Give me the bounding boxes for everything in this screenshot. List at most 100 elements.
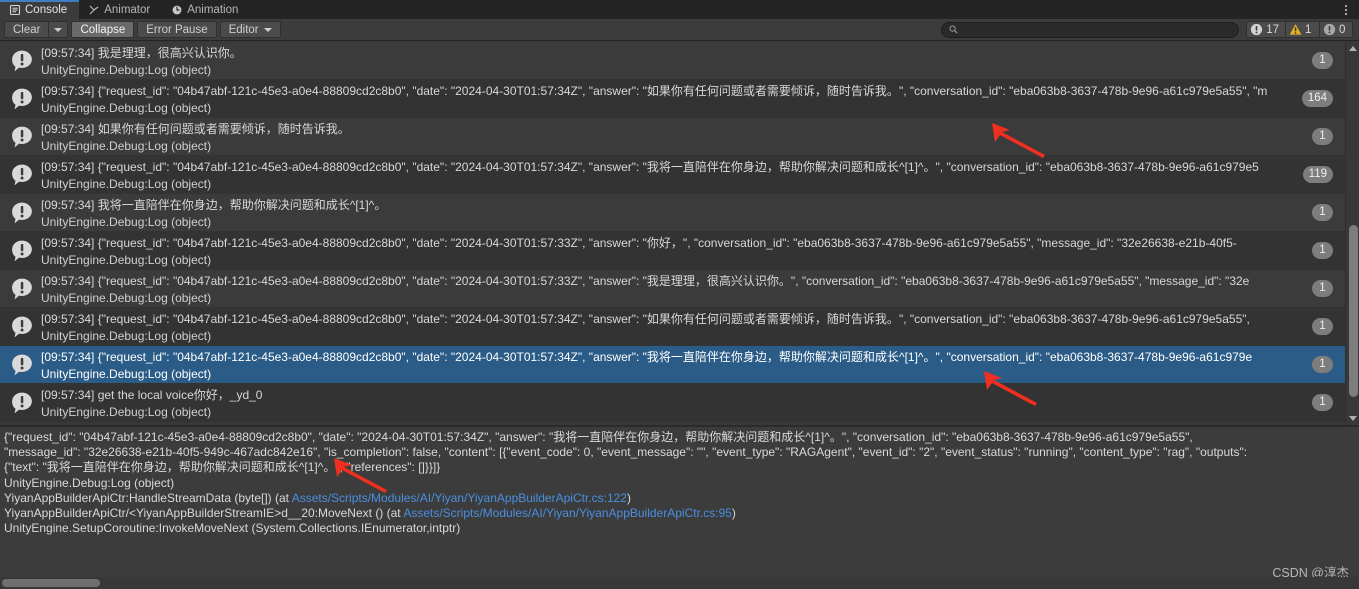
tab-console[interactable]: Console	[0, 0, 80, 19]
log-count-button[interactable]: 17	[1246, 21, 1285, 38]
log-message-icon	[10, 315, 34, 339]
stack-trace-source-link[interactable]: Assets/Scripts/Modules/AI/Yiyan/YiyanApp…	[292, 491, 627, 505]
log-entry-message: [09:57:34] {"request_id": "04b47abf-121c…	[41, 274, 1250, 288]
log-entry-message: [09:57:34] get the local voice你好，_yd_0	[41, 388, 263, 402]
log-entry-message: [09:57:34] 如果你有任何问题或者需要倾诉，随时告诉我。	[41, 122, 350, 136]
log-entry-row[interactable]: [09:57:34] {"request_id": "04b47abf-121c…	[0, 346, 1345, 384]
vertical-scrollbar-thumb[interactable]	[1349, 225, 1358, 397]
detail-horizontal-scrollbar[interactable]	[0, 577, 1359, 589]
collapse-toggle[interactable]: Collapse	[71, 21, 135, 38]
log-entry-stack: UnityEngine.Debug:Log (object)	[41, 367, 212, 381]
log-entry-stack: UnityEngine.Debug:Log (object)	[41, 101, 212, 115]
log-message-icon	[10, 239, 34, 263]
detail-line: "message_id": "32e26638-e21b-40f5-949c-4…	[4, 445, 1248, 460]
search-field[interactable]	[941, 21, 1240, 38]
kebab-menu-icon[interactable]	[1339, 2, 1353, 17]
error-count-icon	[1323, 23, 1336, 36]
scroll-down-arrow-icon[interactable]	[1346, 412, 1359, 425]
log-entry-row[interactable]: [09:57:34] {"request_id": "04b47abf-121c…	[0, 80, 1345, 118]
log-entry-row[interactable]: [09:57:34] 如果你有任何问题或者需要倾诉，随时告诉我。 UnityEng…	[0, 118, 1345, 156]
log-message-icon	[10, 49, 34, 73]
log-entry-row[interactable]: [09:57:34] {"request_id": "04b47abf-121c…	[0, 156, 1345, 194]
error-count-button[interactable]: 0	[1319, 21, 1353, 38]
horizontal-scrollbar-thumb[interactable]	[2, 579, 100, 587]
log-entry-message: [09:57:34] {"request_id": "04b47abf-121c…	[41, 312, 1250, 326]
editor-dropdown-label: Editor	[228, 23, 259, 36]
tab-console-label: Console	[25, 3, 68, 16]
unity-editor-window: Console Animator Animation Clear Collaps…	[0, 0, 1359, 589]
log-entry-stack: UnityEngine.Debug:Log (object)	[41, 329, 212, 343]
log-entry-message: [09:57:34] 我是理理，很高兴认识你。	[41, 46, 242, 60]
tab-animation-label: Animation	[187, 3, 239, 16]
log-message-icon	[10, 201, 34, 225]
log-entry-row[interactable]: [09:57:34] 我将一直陪伴在你身边，帮助你解决问题和成长^[1]^。 Un…	[0, 194, 1345, 232]
clear-button[interactable]: Clear	[4, 21, 49, 38]
log-entry-stack: UnityEngine.Debug:Log (object)	[41, 405, 212, 419]
log-detail-pane[interactable]: {"request_id": "04b47abf-121c-45e3-a0e4-…	[0, 427, 1359, 589]
warning-count-value: 1	[1305, 23, 1312, 36]
log-entry-stack: UnityEngine.Debug:Log (object)	[41, 177, 212, 191]
detail-stack-trace: YiyanAppBuilderApiCtr:HandleStreamData (…	[4, 491, 1359, 537]
stack-trace-text: UnityEngine.SetupCoroutine:InvokeMoveNex…	[4, 521, 461, 536]
warning-count-icon	[1289, 24, 1302, 35]
collapse-toggle-label: Collapse	[80, 23, 126, 36]
log-entry-count-badge: 1	[1312, 280, 1333, 297]
log-entry-row[interactable]: [09:57:34] {"request_id": "04b47abf-121c…	[0, 232, 1345, 270]
animation-icon	[171, 4, 183, 16]
scroll-up-arrow-icon[interactable]	[1346, 42, 1359, 55]
search-input[interactable]	[963, 23, 1232, 36]
log-entry-message: [09:57:34] {"request_id": "04b47abf-121c…	[41, 350, 1253, 364]
detail-line: UnityEngine.Debug:Log (object)	[4, 475, 175, 490]
log-entry-count-badge: 164	[1301, 90, 1333, 107]
log-entry-count-badge: 1	[1312, 242, 1333, 259]
log-entry-stack: UnityEngine.Debug:Log (object)	[41, 291, 212, 305]
tab-animator[interactable]: Animator	[79, 0, 162, 19]
console-log-list[interactable]: [09:57:34] 我是理理，很高兴认识你。 UnityEngine.Debug…	[0, 42, 1359, 425]
log-entry-stack: UnityEngine.Debug:Log (object)	[41, 63, 212, 77]
stack-trace-line: UnityEngine.SetupCoroutine:InvokeMoveNex…	[4, 521, 1359, 536]
editor-dropdown[interactable]: Editor	[219, 21, 281, 38]
log-entry-row[interactable]: [09:57:34] 我是理理，很高兴认识你。 UnityEngine.Debug…	[0, 42, 1345, 80]
log-entry-message: [09:57:34] {"request_id": "04b47abf-121c…	[41, 84, 1268, 98]
log-message-icon	[10, 125, 34, 149]
log-entry-count-badge: 119	[1302, 166, 1333, 183]
log-message-icon	[10, 277, 34, 301]
stack-trace-text: YiyanAppBuilderApiCtr:HandleStreamData (…	[4, 490, 292, 505]
stack-trace-source-link[interactable]: Assets/Scripts/Modules/AI/Yiyan/YiyanApp…	[403, 506, 732, 520]
log-list-vertical-scrollbar[interactable]	[1345, 42, 1359, 425]
tab-animation[interactable]: Animation	[162, 0, 250, 19]
log-entry-message: [09:57:34] {"request_id": "04b47abf-121c…	[41, 160, 1259, 174]
log-count-value: 17	[1266, 23, 1279, 36]
error-pause-label: Error Pause	[146, 23, 208, 36]
window-tabstrip: Console Animator Animation	[0, 0, 1359, 19]
log-entry-count-badge: 1	[1312, 394, 1333, 411]
log-entry-count-badge: 1	[1312, 52, 1333, 69]
log-entry-count-badge: 1	[1312, 128, 1333, 145]
log-entry-message: [09:57:34] {"request_id": "04b47abf-121c…	[41, 236, 1237, 250]
stack-trace-text: )	[626, 490, 631, 505]
log-entry-count-badge: 1	[1312, 204, 1333, 221]
log-message-icon	[10, 87, 34, 111]
log-entry-message: [09:57:34] 我将一直陪伴在你身边，帮助你解决问题和成长^[1]^。	[41, 198, 387, 212]
console-toolbar: Clear Collapse Error Pause Editor 17 1 0	[0, 19, 1359, 41]
log-entry-row[interactable]: [09:57:34] {"request_id": "04b47abf-121c…	[0, 270, 1345, 308]
warning-count-button[interactable]: 1	[1285, 21, 1319, 38]
log-entry-stack: UnityEngine.Debug:Log (object)	[41, 139, 212, 153]
log-entry-count-badge: 1	[1312, 356, 1333, 373]
error-count-value: 0	[1339, 23, 1346, 36]
chevron-down-icon	[263, 27, 272, 32]
clear-button-label: Clear	[13, 23, 41, 36]
log-message-icon	[10, 163, 34, 187]
log-entry-row[interactable]: [09:57:34] get the local voice你好，_yd_0 Un…	[0, 384, 1345, 422]
log-entry-row[interactable]: [09:57:34] {"request_id": "04b47abf-121c…	[0, 308, 1345, 346]
chevron-down-icon	[54, 27, 63, 32]
console-icon	[9, 4, 21, 16]
log-entry-count-badge: 1	[1312, 318, 1333, 335]
clear-dropdown-button[interactable]	[48, 21, 69, 38]
animator-icon	[88, 4, 100, 16]
stack-trace-line: YiyanAppBuilderApiCtr/<YiyanAppBuilderSt…	[4, 506, 1359, 521]
stack-trace-line: YiyanAppBuilderApiCtr:HandleStreamData (…	[4, 491, 1359, 506]
error-pause-toggle[interactable]: Error Pause	[137, 21, 217, 38]
log-message-icon	[10, 391, 34, 415]
tab-animator-label: Animator	[104, 3, 151, 16]
